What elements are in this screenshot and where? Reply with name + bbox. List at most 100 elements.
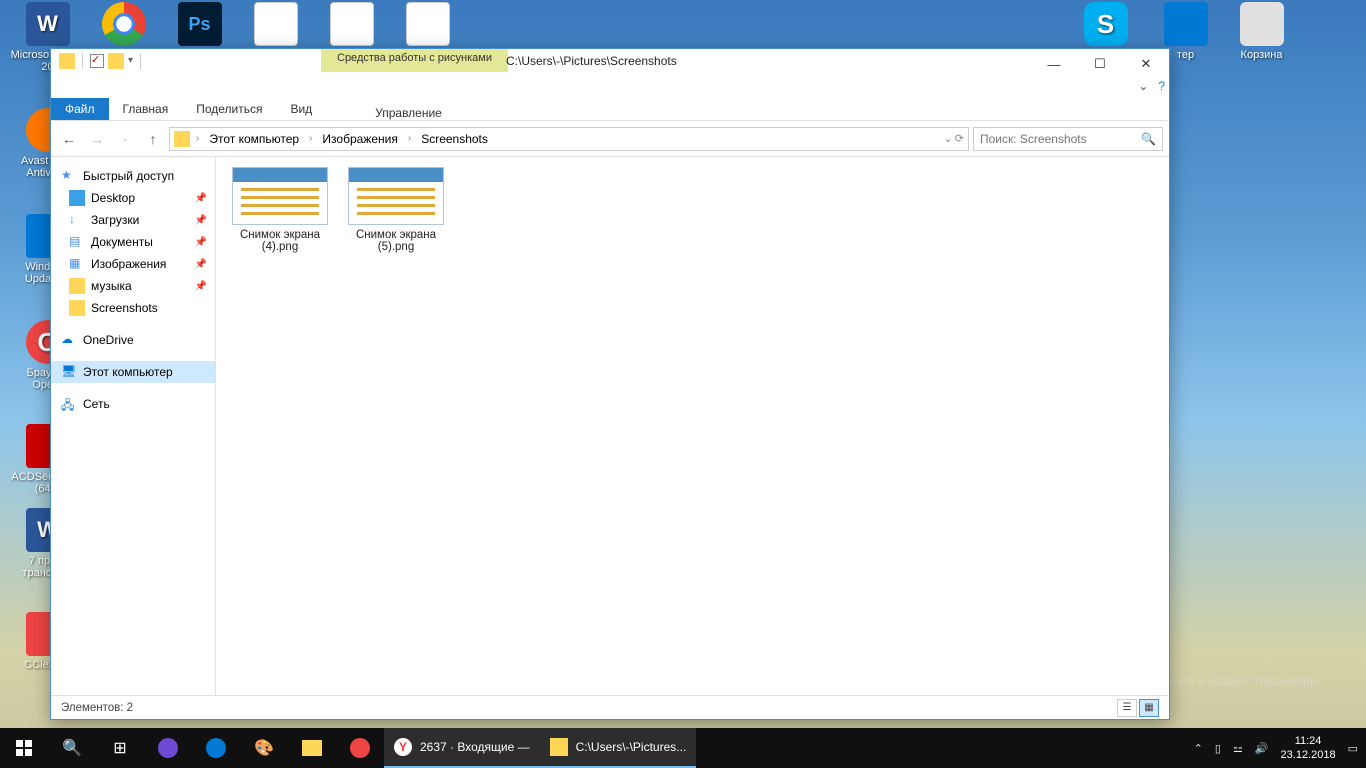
tab-manage[interactable]: Управление — [321, 106, 496, 120]
chrome-icon[interactable] — [86, 2, 161, 49]
chevron-right-icon[interactable]: › — [406, 133, 413, 144]
sidebar-item-label: Сеть — [83, 397, 110, 411]
recycle-bin-icon[interactable]: Корзина — [1224, 2, 1299, 61]
nav-toolbar: ← → ⌄ ↑ › Этот компьютер › Изображения ›… — [51, 121, 1169, 157]
folder-icon — [550, 738, 568, 756]
app-icon — [102, 2, 146, 46]
tab-share[interactable]: Поделиться — [182, 98, 276, 120]
navigation-pane: ★Быстрый доступ Desktop📌 ↓ Загрузки 📌 ▤Док… — [51, 157, 216, 695]
sidebar-item-screenshots[interactable]: Screenshots — [51, 297, 215, 319]
app-icon — [26, 2, 70, 46]
breadcrumb-segment[interactable]: Этот компьютер — [205, 130, 303, 148]
search-box[interactable]: 🔍 — [973, 127, 1163, 151]
folder-icon — [69, 278, 85, 294]
chevron-right-icon[interactable]: › — [307, 133, 314, 144]
battery-icon[interactable]: ▯ — [1215, 742, 1221, 755]
wifi-icon[interactable]: ⚍ — [1233, 742, 1243, 755]
status-text: Элементов: 2 — [61, 702, 133, 714]
taskbar-app-yandex[interactable]: Y 2637 · Входящие — — [384, 728, 540, 768]
pin-icon: 📌 — [195, 259, 207, 270]
sidebar-item-music[interactable]: музыка📌 — [51, 275, 215, 297]
star-icon: ★ — [61, 168, 77, 184]
task-label: C:\Users\-\Pictures... — [576, 740, 687, 754]
sidebar-item-downloads[interactable]: ↓ Загрузки 📌 — [51, 209, 215, 231]
close-button[interactable]: ✕ — [1123, 49, 1169, 79]
sidebar-onedrive[interactable]: ☁ OneDrive — [51, 329, 215, 351]
yandex-icon: Y — [394, 738, 412, 756]
window-title: C:\Users\-\Pictures\Screenshots — [506, 54, 677, 68]
sidebar-this-pc[interactable]: 🖥Этот компьютер — [51, 361, 215, 383]
sidebar-item-label: OneDrive — [83, 333, 134, 347]
sidebar-item-documents[interactable]: ▤Документы📌 — [51, 231, 215, 253]
doc-thumb-1[interactable] — [238, 2, 313, 49]
icon-label: Корзина — [1224, 49, 1299, 61]
breadcrumb-segment[interactable]: Screenshots — [417, 130, 492, 148]
forward-button[interactable]: → — [85, 127, 109, 151]
time-text: 11:24 — [1281, 734, 1336, 748]
opera-pinned-button[interactable] — [336, 728, 384, 768]
edge-button[interactable] — [192, 728, 240, 768]
tab-file[interactable]: Файл — [51, 98, 109, 120]
titlebar: ▾ Средства работы с рисунками C:\Users\-… — [51, 49, 1169, 96]
file-item[interactable]: Снимок экрана (5).png — [346, 167, 446, 253]
tab-view[interactable]: Вид — [276, 98, 326, 120]
pin-icon: 📌 — [195, 215, 207, 226]
qat-dropdown[interactable]: ▾ — [128, 55, 133, 66]
sidebar-item-label: Screenshots — [91, 301, 158, 315]
sidebar-item-desktop[interactable]: Desktop📌 — [51, 187, 215, 209]
address-bar[interactable]: › Этот компьютер › Изображения › Screens… — [169, 127, 969, 151]
explorer-pinned-button[interactable] — [288, 728, 336, 768]
skype-icon[interactable] — [1068, 2, 1143, 49]
clock[interactable]: 11:24 23.12.2018 — [1281, 734, 1336, 762]
address-dropdown[interactable]: ⌄ — [944, 132, 953, 145]
monitor-icon: 🖥 — [61, 364, 77, 380]
app-icon — [1164, 2, 1208, 46]
download-icon: ↓ — [69, 212, 85, 228]
app-icon — [178, 2, 222, 46]
file-label: Снимок экрана (4).png — [230, 229, 330, 253]
photoshop-icon[interactable] — [162, 2, 237, 49]
file-item[interactable]: Снимок экрана (4).png — [230, 167, 330, 253]
checkbox-icon[interactable] — [90, 54, 104, 68]
volume-icon[interactable]: 🔊 — [1255, 742, 1269, 755]
tab-home[interactable]: Главная — [109, 98, 183, 120]
sidebar-network[interactable]: 🖧 Сеть — [51, 393, 215, 415]
cloud-icon: ☁ — [61, 332, 77, 348]
folder-icon — [69, 300, 85, 316]
search-button[interactable]: 🔍 — [48, 728, 96, 768]
folder-icon — [174, 131, 190, 147]
minimize-button[interactable]: — — [1031, 49, 1077, 79]
refresh-button[interactable]: ⟳ — [955, 132, 964, 145]
doc-thumb-2[interactable] — [314, 2, 389, 49]
doc-thumb-3[interactable] — [390, 2, 465, 49]
paint-button[interactable]: 🎨 — [240, 728, 288, 768]
sidebar-quick-access[interactable]: ★Быстрый доступ — [51, 165, 215, 187]
back-button[interactable]: ← — [57, 127, 81, 151]
ribbon-expand-button[interactable]: ⌄ — [1138, 79, 1148, 93]
view-switcher: ☰ ▦ — [1117, 699, 1159, 717]
details-view-button[interactable]: ☰ — [1117, 699, 1137, 717]
recent-dropdown[interactable]: ⌄ — [113, 127, 137, 151]
task-view-button[interactable]: ⊞ — [96, 728, 144, 768]
network-icon: 🖧 — [61, 396, 77, 412]
icons-view-button[interactable]: ▦ — [1139, 699, 1159, 717]
breadcrumb-segment[interactable]: Изображения — [318, 130, 401, 148]
maximize-button[interactable]: ☐ — [1077, 49, 1123, 79]
tray-chevron-up-icon[interactable]: ⌃ — [1194, 742, 1203, 755]
quick-access-toolbar: ▾ — [51, 49, 152, 72]
taskbar-app-explorer[interactable]: C:\Users\-\Pictures... — [540, 728, 697, 768]
help-button[interactable]: ? — [1158, 79, 1165, 93]
pin-icon: 📌 — [195, 237, 207, 248]
cortana-button[interactable] — [144, 728, 192, 768]
action-center-icon[interactable]: ▭ — [1348, 742, 1358, 755]
sidebar-item-label: Загрузки — [91, 213, 139, 227]
system-tray: ⌃ ▯ ⚍ 🔊 11:24 23.12.2018 ▭ — [1186, 734, 1366, 762]
chevron-right-icon[interactable]: › — [194, 133, 201, 144]
start-button[interactable] — [0, 728, 48, 768]
sidebar-item-pictures[interactable]: ▦Изображения📌 — [51, 253, 215, 275]
up-button[interactable]: ↑ — [141, 127, 165, 151]
search-icon[interactable]: 🔍 — [1141, 132, 1156, 146]
sidebar-item-label: музыка — [91, 279, 132, 293]
file-content-area[interactable]: Снимок экрана (4).png Снимок экрана (5).… — [216, 157, 1169, 695]
search-input[interactable] — [980, 132, 1141, 146]
